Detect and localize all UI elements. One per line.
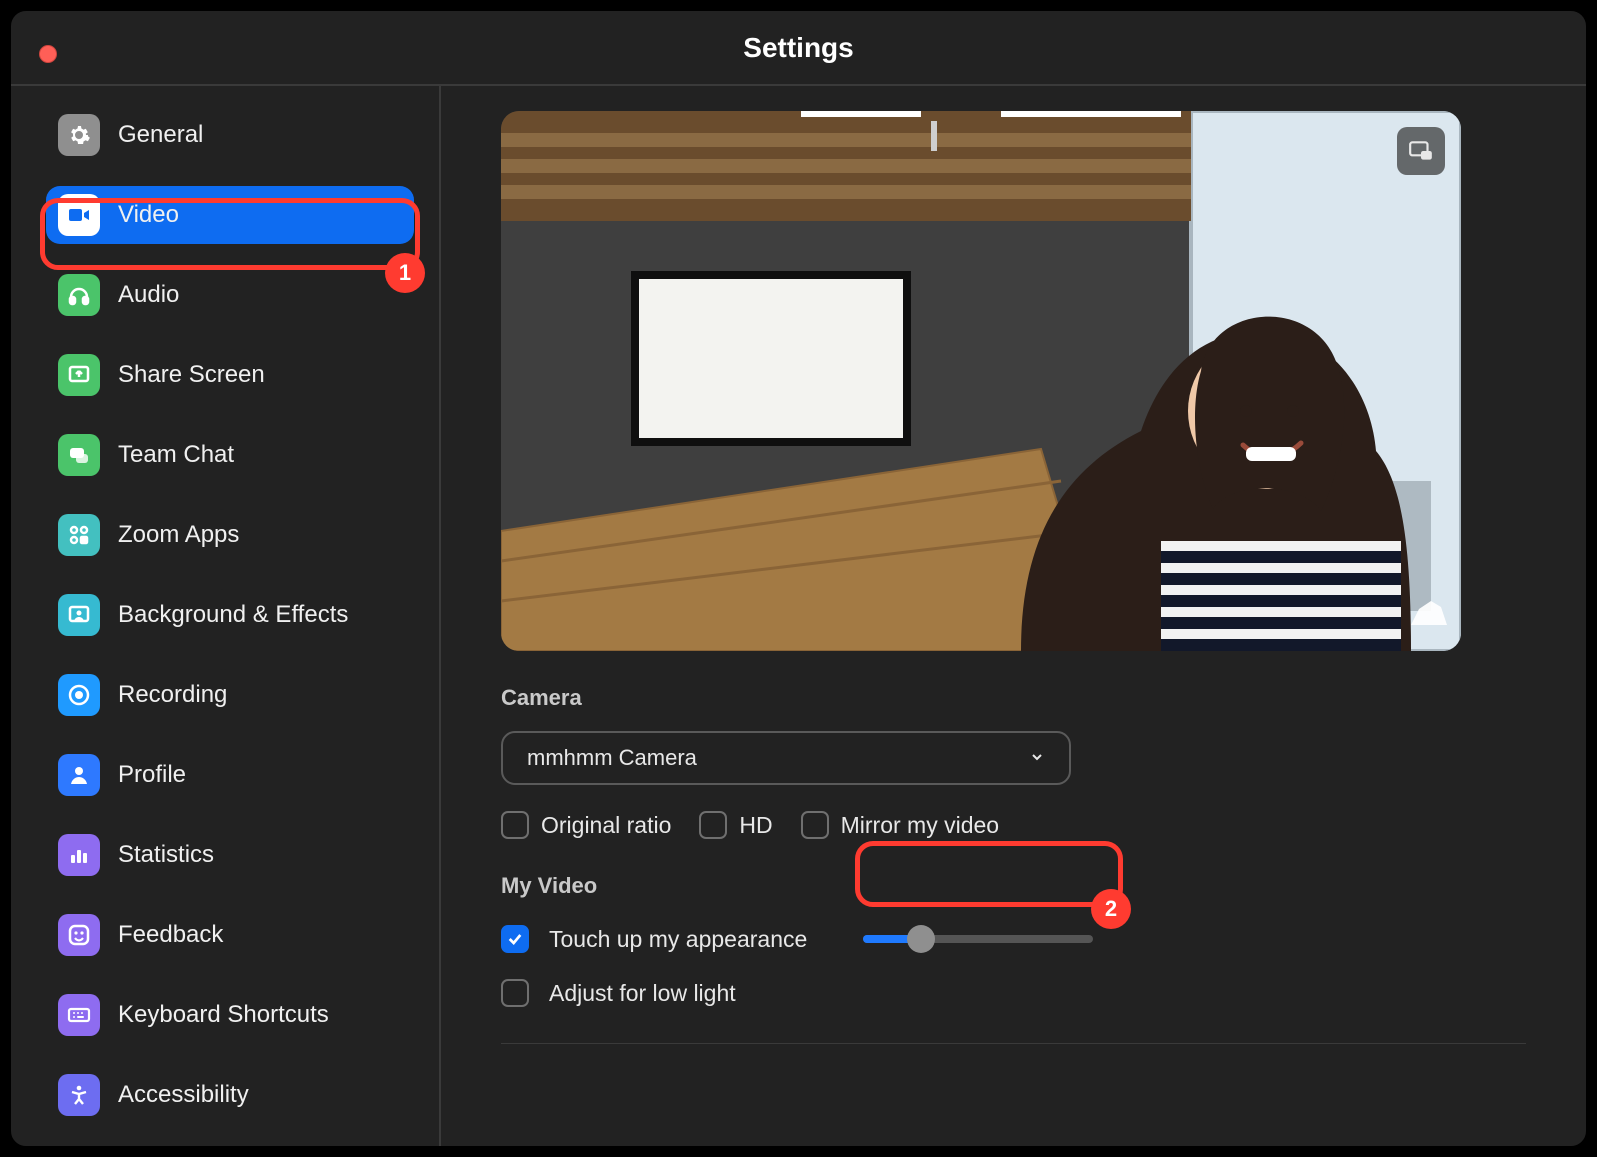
video-icon <box>58 194 100 236</box>
sidebar-item-background-effects[interactable]: Background & Effects <box>46 586 414 644</box>
share-icon <box>58 354 100 396</box>
camera-select-value: mmhmm Camera <box>527 745 697 771</box>
sidebar-item-label: Feedback <box>118 921 223 949</box>
camera-section-title: Camera <box>501 685 1526 711</box>
titlebar: Settings <box>11 11 1586 86</box>
preview-image <box>501 111 1461 651</box>
touchup-checkbox[interactable] <box>501 925 529 953</box>
sidebar: General Video Audio Share Screen Team Chat Zo… <box>11 86 441 1146</box>
sidebar-item-audio[interactable]: Audio <box>46 266 414 324</box>
original-ratio-checkbox[interactable] <box>501 811 529 839</box>
window-title: Settings <box>743 32 853 64</box>
mirror-checkbox[interactable] <box>801 811 829 839</box>
bg-icon <box>58 594 100 636</box>
settings-window: Settings General Video Audio Share Screen Te… <box>8 8 1589 1149</box>
pip-icon[interactable] <box>1397 127 1445 175</box>
gear-icon <box>58 114 100 156</box>
smile-icon <box>58 914 100 956</box>
access-icon <box>58 1074 100 1116</box>
rec-icon <box>58 674 100 716</box>
myvideo-section-title: My Video <box>501 873 1526 899</box>
sidebar-item-label: Team Chat <box>118 441 234 469</box>
keyboard-icon <box>58 994 100 1036</box>
hd-label: HD <box>739 812 772 839</box>
lowlight-label: Adjust for low light <box>549 980 736 1007</box>
divider <box>501 1043 1526 1044</box>
camera-select[interactable]: mmhmm Camera <box>501 731 1071 785</box>
sidebar-item-label: General <box>118 121 203 149</box>
sidebar-item-zoom-apps[interactable]: Zoom Apps <box>46 506 414 564</box>
close-icon[interactable] <box>39 45 57 63</box>
profile-icon <box>58 754 100 796</box>
sidebar-item-recording[interactable]: Recording <box>46 666 414 724</box>
touchup-label: Touch up my appearance <box>549 926 807 953</box>
sidebar-item-label: Background & Effects <box>118 601 348 629</box>
sidebar-item-profile[interactable]: Profile <box>46 746 414 804</box>
chevron-down-icon <box>1029 745 1045 771</box>
sidebar-item-label: Share Screen <box>118 361 265 389</box>
chat-icon <box>58 434 100 476</box>
touchup-slider[interactable] <box>863 935 1093 943</box>
sidebar-item-label: Zoom Apps <box>118 521 239 549</box>
sidebar-item-feedback[interactable]: Feedback <box>46 906 414 964</box>
audio-icon <box>58 274 100 316</box>
sidebar-item-video[interactable]: Video <box>46 186 414 244</box>
sidebar-item-accessibility[interactable]: Accessibility <box>46 1066 414 1124</box>
sidebar-item-label: Recording <box>118 681 227 709</box>
sidebar-item-label: Statistics <box>118 841 214 869</box>
sidebar-item-label: Profile <box>118 761 186 789</box>
sidebar-item-share-screen[interactable]: Share Screen <box>46 346 414 404</box>
sidebar-item-team-chat[interactable]: Team Chat <box>46 426 414 484</box>
mirror-label: Mirror my video <box>841 812 999 839</box>
sidebar-item-label: Video <box>118 201 179 229</box>
sidebar-item-statistics[interactable]: Statistics <box>46 826 414 884</box>
lowlight-checkbox[interactable] <box>501 979 529 1007</box>
sidebar-item-general[interactable]: General <box>46 106 414 164</box>
annotation-badge-2: 2 <box>1091 889 1131 929</box>
sidebar-item-keyboard-shortcuts[interactable]: Keyboard Shortcuts <box>46 986 414 1044</box>
original-ratio-label: Original ratio <box>541 812 671 839</box>
content-pane: Camera mmhmm Camera Original ratio HD <box>441 86 1586 1146</box>
video-preview <box>501 111 1461 651</box>
sidebar-item-label: Accessibility <box>118 1081 249 1109</box>
annotation-badge-1: 1 <box>385 253 425 293</box>
hd-checkbox[interactable] <box>699 811 727 839</box>
sidebar-item-label: Audio <box>118 281 179 309</box>
stats-icon <box>58 834 100 876</box>
sidebar-item-label: Keyboard Shortcuts <box>118 1001 329 1029</box>
apps-icon <box>58 514 100 556</box>
